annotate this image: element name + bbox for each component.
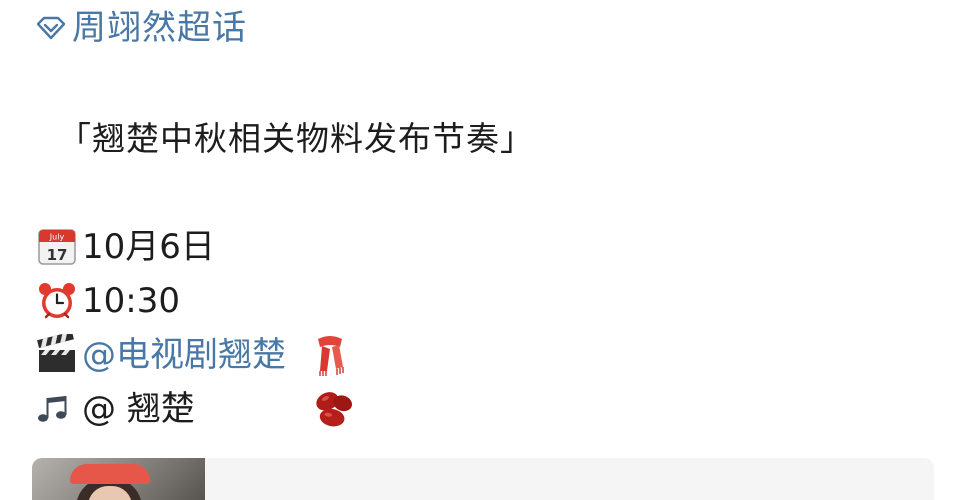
link-card[interactable] — [32, 458, 934, 500]
scarf-icon — [308, 332, 352, 378]
alarm-clock-icon — [34, 278, 80, 324]
drama-account-mention[interactable]: @电视剧翘楚 — [82, 332, 286, 378]
super-topic-label: 周翊然超话 — [72, 8, 247, 48]
release-date: 10月6日 — [82, 227, 215, 267]
date-row: July 17 10月6日 — [34, 222, 215, 272]
beans-icon — [313, 386, 357, 432]
post-headline: 「翘楚中秋相关物料发布节奏」 — [58, 119, 534, 158]
drama-account-row: @电视剧翘楚 — [34, 330, 352, 380]
clapper-board-icon — [34, 332, 80, 378]
thumbnail-cap — [70, 464, 150, 484]
release-time: 10:30 — [82, 281, 180, 321]
music-account-mention[interactable]: @ 翘楚 — [82, 386, 195, 432]
time-row: 10:30 — [34, 276, 180, 326]
musical-notes-icon — [34, 386, 80, 432]
calendar-day: 17 — [47, 246, 68, 264]
music-account-row: @ 翘楚 — [34, 384, 357, 434]
super-topic-link[interactable]: 周翊然超话 — [34, 8, 247, 48]
diamond-icon — [36, 16, 66, 40]
calendar-icon: July 17 — [34, 224, 80, 270]
video-thumbnail — [32, 458, 205, 500]
calendar-month: July — [49, 233, 65, 242]
